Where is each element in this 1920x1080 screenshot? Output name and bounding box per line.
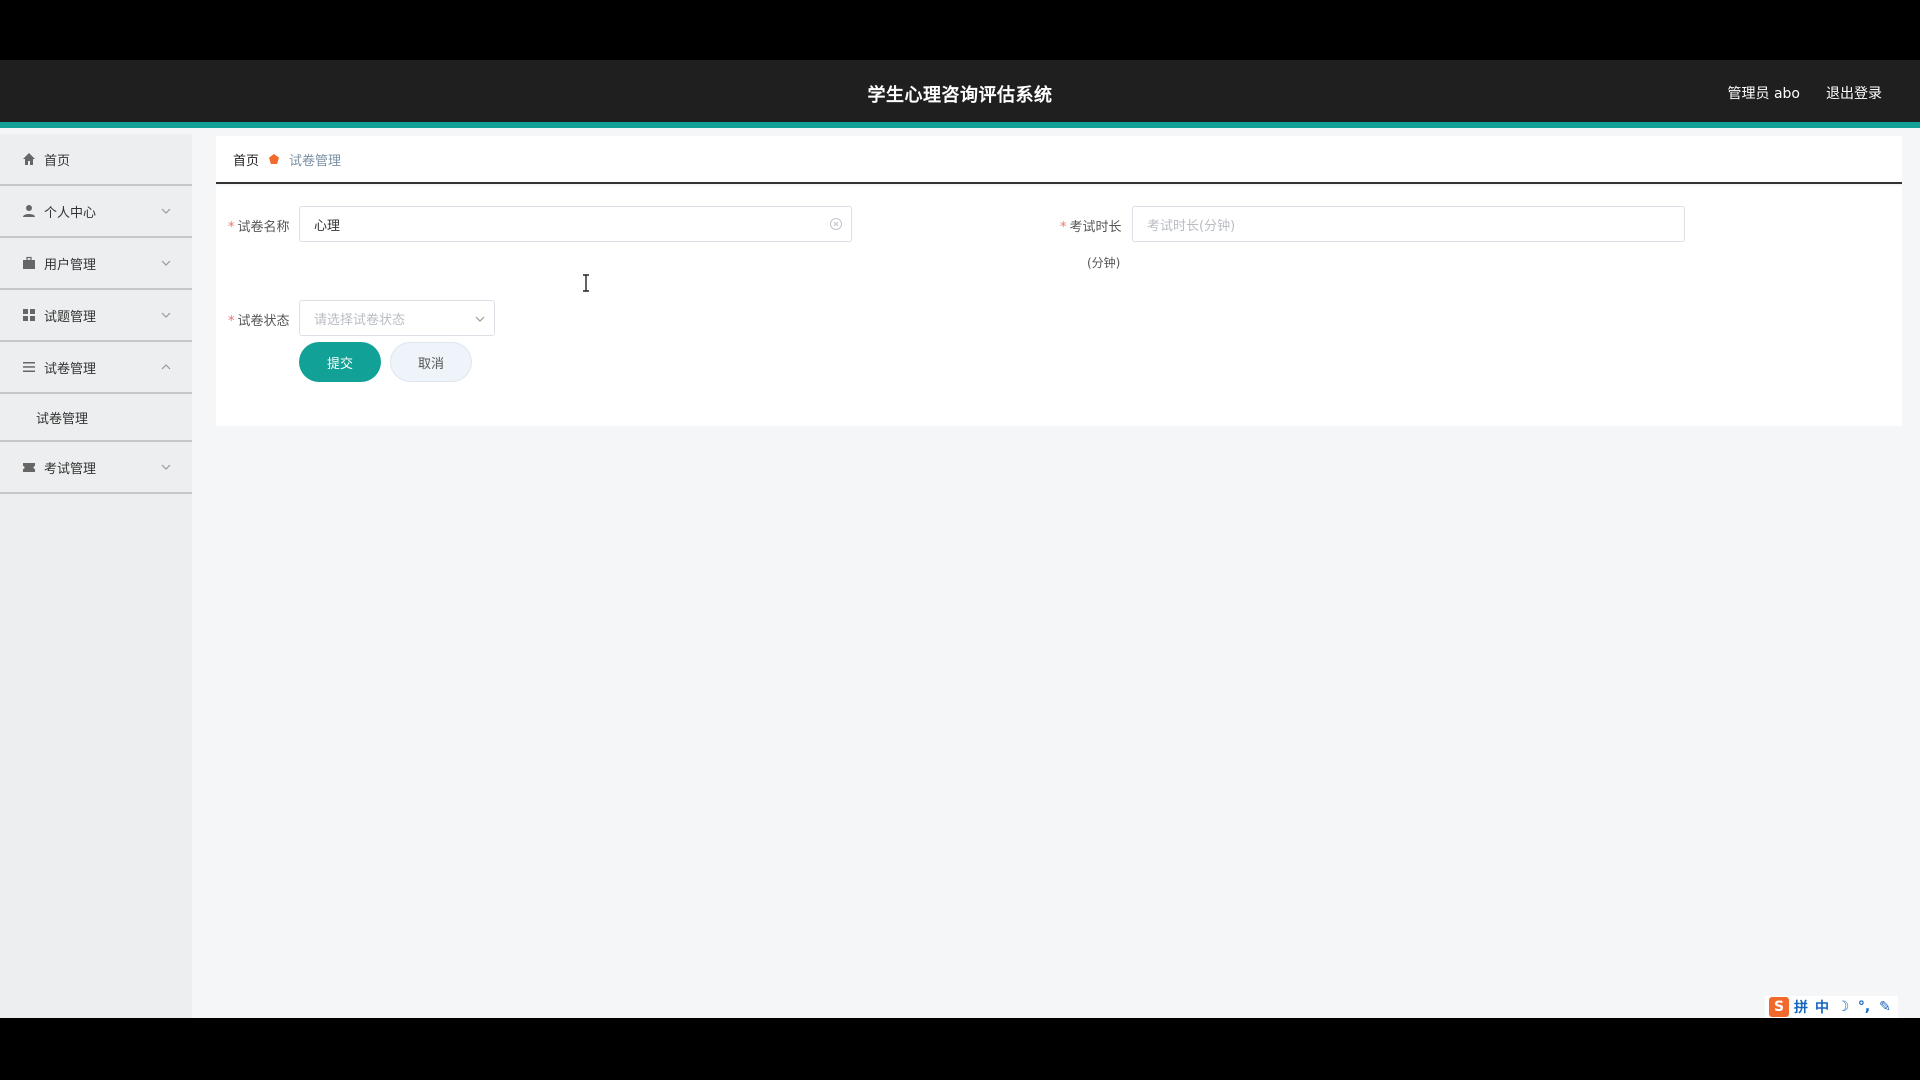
chevron-down-icon xyxy=(161,464,171,470)
paper-form: * 试卷名称 心理 * 考试时长 考试时长(分钟) (分钟) * 试卷状态 请选择试 xyxy=(216,186,1902,426)
pentagon-separator-icon xyxy=(269,154,280,164)
breadcrumb-current: 试卷管理 xyxy=(289,153,342,169)
cancel-button[interactable]: 取消 xyxy=(390,342,472,382)
chevron-down-icon xyxy=(161,260,171,266)
user-icon xyxy=(22,204,36,218)
paper-name-label: * 试卷名称 xyxy=(228,220,290,235)
paper-status-label: * 试卷状态 xyxy=(228,314,290,329)
duration-label: * 考试时长 xyxy=(1060,220,1122,235)
ime-chinese-mode-icon[interactable]: 中 xyxy=(1813,997,1831,1017)
sidebar-item-home[interactable]: 首页 xyxy=(0,134,192,186)
paper-status-select[interactable]: 请选择试卷状态 xyxy=(299,300,495,336)
sidebar: 首页 个人中心 用户管理 试题管理 试卷管理 试卷管理 考试管理 xyxy=(0,134,192,1018)
sidebar-item-label: 试卷管理 xyxy=(44,361,97,377)
duration-placeholder: 考试时长(分钟) xyxy=(1147,218,1236,234)
paper-name-value: 心理 xyxy=(314,218,341,234)
sidebar-item-label: 首页 xyxy=(44,153,71,169)
sidebar-item-label: 试题管理 xyxy=(44,309,97,325)
list-icon xyxy=(22,360,36,374)
submit-button[interactable]: 提交 xyxy=(299,342,381,382)
breadcrumb-home[interactable]: 首页 xyxy=(233,150,259,169)
ime-toolbar[interactable]: S 拼 中 ☽ °, ✎ xyxy=(1765,996,1898,1018)
briefcase-icon xyxy=(22,256,36,270)
duration-input[interactable]: 考试时长(分钟) xyxy=(1132,206,1685,242)
grid-icon xyxy=(22,308,36,322)
sidebar-item-exams[interactable]: 考试管理 xyxy=(0,442,192,494)
ime-logo-icon[interactable]: S xyxy=(1769,997,1789,1017)
chevron-up-icon xyxy=(161,364,171,370)
paper-status-placeholder: 请选择试卷状态 xyxy=(314,312,406,328)
ime-halfwidth-icon[interactable]: ☽ xyxy=(1834,999,1852,1015)
ime-settings-icon[interactable]: ✎ xyxy=(1876,999,1894,1015)
app-title: 学生心理咨询评估系统 xyxy=(867,85,1053,106)
breadcrumb: 首页 试卷管理 xyxy=(216,136,1902,184)
ime-pinyin-icon[interactable]: 拼 xyxy=(1792,997,1810,1017)
chevron-down-icon xyxy=(161,312,171,318)
current-user: 管理员 abo xyxy=(1727,86,1800,102)
sidebar-item-profile[interactable]: 个人中心 xyxy=(0,186,192,238)
sidebar-item-label: 用户管理 xyxy=(44,257,97,273)
paper-name-input[interactable]: 心理 xyxy=(299,206,852,242)
duration-unit: (分钟) xyxy=(1087,256,1121,270)
app-window: 学生心理咨询评估系统 管理员 abo 退出登录 首页 个人中心 用户管理 试题管… xyxy=(0,60,1920,1018)
sidebar-item-users[interactable]: 用户管理 xyxy=(0,238,192,290)
clear-icon[interactable] xyxy=(829,217,843,231)
top-header: 学生心理咨询评估系统 管理员 abo 退出登录 xyxy=(0,60,1920,128)
logout-link[interactable]: 退出登录 xyxy=(1826,83,1882,103)
screen: 学生心理咨询评估系统 管理员 abo 退出登录 首页 个人中心 用户管理 试题管… xyxy=(0,0,1920,1080)
sidebar-item-label: 考试管理 xyxy=(44,461,97,477)
chevron-down-icon xyxy=(161,208,171,214)
main-content: 首页 试卷管理 * 试卷名称 心理 * 考试时长 考试时长(分钟) (分钟) *… xyxy=(216,136,1902,426)
text-cursor-icon xyxy=(583,274,589,292)
sidebar-subitem-papers[interactable]: 试卷管理 xyxy=(0,394,192,442)
sidebar-item-papers[interactable]: 试卷管理 xyxy=(0,342,192,394)
home-icon xyxy=(22,152,36,166)
ticket-icon xyxy=(22,460,36,474)
sidebar-item-questions[interactable]: 试题管理 xyxy=(0,290,192,342)
chevron-down-icon xyxy=(475,316,485,322)
sidebar-item-label: 个人中心 xyxy=(44,205,97,221)
ime-punctuation-icon[interactable]: °, xyxy=(1855,999,1873,1015)
